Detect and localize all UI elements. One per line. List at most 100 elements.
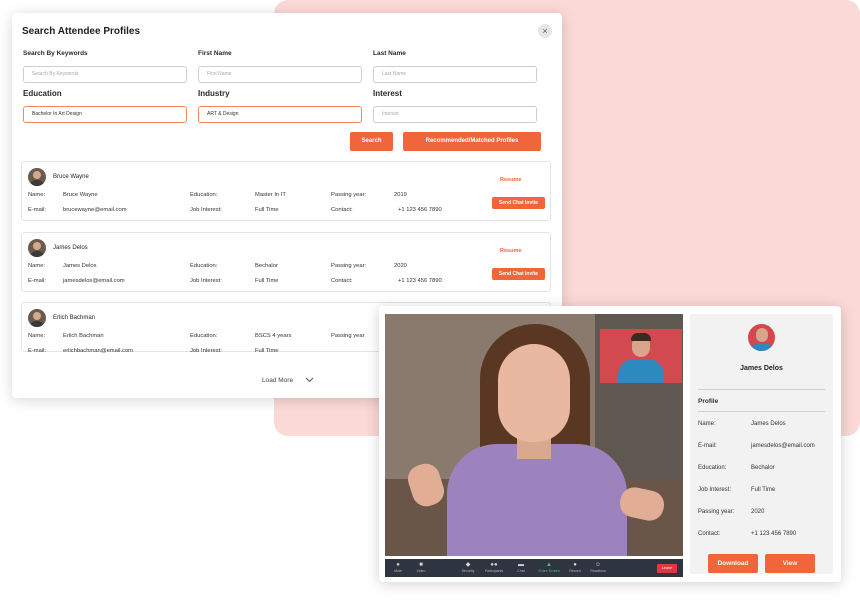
contact-label: Contact: xyxy=(698,531,721,537)
passing-year-value: 2019 xyxy=(394,192,407,198)
reactions-button[interactable]: ☺ Reactions xyxy=(585,561,611,574)
passing-year-label: Passing year: xyxy=(698,509,735,515)
avatar xyxy=(28,309,46,327)
job-interest-label: Job Interest: xyxy=(190,348,222,354)
name-label: Name: xyxy=(28,263,46,269)
contact-value: +1 123 456 7890 xyxy=(398,278,442,284)
first-name-input[interactable]: First Name xyxy=(198,66,362,83)
education-label: Education: xyxy=(190,333,218,339)
job-interest-label: Job Interest: xyxy=(190,278,222,284)
smile-icon: ☺ xyxy=(594,562,602,568)
interest-input[interactable]: Interest xyxy=(373,106,537,123)
name-label: Name: xyxy=(28,192,46,198)
education-label: Education: xyxy=(190,263,218,269)
last-name-label: Last Name xyxy=(373,50,406,57)
name-value: James Delos xyxy=(63,263,97,269)
resume-link[interactable]: Resume xyxy=(500,248,521,254)
education-value: Master In IT xyxy=(255,192,286,198)
email-label: E-mail: xyxy=(698,443,717,449)
shield-icon: ◆ xyxy=(465,562,471,568)
avatar xyxy=(28,168,46,186)
keywords-input[interactable]: Search By Keywords xyxy=(23,66,187,83)
attendee-card: James Delos Resume Name: James Delos Edu… xyxy=(21,232,551,292)
close-icon[interactable]: × xyxy=(538,24,552,38)
last-name-input[interactable]: Last Name xyxy=(373,66,537,83)
passing-year-value: 2020 xyxy=(394,263,407,269)
load-more-button[interactable]: Load More xyxy=(262,377,293,384)
panel-title: Search Attendee Profiles xyxy=(22,26,141,37)
email-value: brucewayne@email.com xyxy=(63,207,127,213)
attendee-card: Bruce Wayne Resume Name: Bruce Wayne Edu… xyxy=(21,161,551,221)
education-label: Education: xyxy=(698,465,727,471)
job-interest-value: Full Time xyxy=(255,207,279,213)
email-value: erlichbachman@email.com xyxy=(63,348,133,354)
contact-value: +1 123 456 7890 xyxy=(751,531,797,537)
chevron-down-icon[interactable] xyxy=(305,376,314,385)
job-interest-value: Full Time xyxy=(255,348,279,354)
attendee-name: Bruce Wayne xyxy=(53,174,89,180)
self-view-video[interactable] xyxy=(600,329,682,383)
recommended-profiles-button[interactable]: Recommended/Matched Profiles xyxy=(403,132,541,151)
camera-icon: ■ xyxy=(419,562,423,568)
job-interest-label: Job Interest: xyxy=(190,207,222,213)
avatar xyxy=(28,239,46,257)
education-label: Education xyxy=(23,89,62,98)
profile-card: James Delos Profile Name: James Delos E-… xyxy=(690,314,833,574)
download-button[interactable]: Download xyxy=(708,554,758,573)
name-value: Bruce Wayne xyxy=(63,192,98,198)
chat-icon: ▬ xyxy=(518,562,524,568)
education-value: Bechalor xyxy=(255,263,278,269)
attendee-name: James Delos xyxy=(53,245,88,251)
divider xyxy=(698,411,825,412)
share-screen-button[interactable]: ▲ Share Screen xyxy=(536,561,562,574)
main-video-feed[interactable] xyxy=(385,314,683,556)
contact-value: +1 123 456 7890 xyxy=(398,207,442,213)
security-button[interactable]: ◆ Security xyxy=(455,561,481,574)
chat-button[interactable]: ▬ Chat xyxy=(508,561,534,574)
keywords-label: Search By Keywords xyxy=(23,50,88,57)
industry-label: Industry xyxy=(198,89,230,98)
attendee-name: Erlich Bachman xyxy=(53,315,96,321)
call-toolbar: ● Mute ■ Video ◆ Security ●● Participant… xyxy=(385,559,683,577)
people-icon: ●● xyxy=(490,562,498,568)
job-interest-label: Job Interest: xyxy=(698,487,732,493)
avatar xyxy=(746,322,777,353)
passing-year-label: Passing year xyxy=(331,333,365,339)
name-value: Erlich Bachman xyxy=(63,333,104,339)
participants-button[interactable]: ●● Participants xyxy=(481,561,507,574)
email-label: E-mail: xyxy=(28,348,47,354)
contact-label: Contact: xyxy=(331,278,353,284)
email-value: jamesdelos@email.com xyxy=(751,443,815,449)
industry-input[interactable]: ART & Design xyxy=(198,106,362,123)
profile-name: James Delos xyxy=(740,365,783,372)
job-interest-value: Full Time xyxy=(751,487,776,493)
resume-link[interactable]: Resume xyxy=(500,177,521,183)
name-label: Name: xyxy=(698,421,716,427)
video-call-panel: ● Mute ■ Video ◆ Security ●● Participant… xyxy=(379,306,841,582)
email-label: E-mail: xyxy=(28,278,47,284)
first-name-label: First Name xyxy=(198,50,232,57)
interest-label: Interest xyxy=(373,89,402,98)
email-label: E-mail: xyxy=(28,207,47,213)
email-value: jamesdelos@email.com xyxy=(63,278,125,284)
education-value: Bechalor xyxy=(751,465,775,471)
name-label: Name: xyxy=(28,333,46,339)
education-label: Education: xyxy=(190,192,218,198)
education-input[interactable]: Bachelor In Art Design xyxy=(23,106,187,123)
passing-year-label: Passing year: xyxy=(331,192,367,198)
job-interest-value: Full Time xyxy=(255,278,279,284)
passing-year-value: 2020 xyxy=(751,509,765,515)
send-chat-invite-button[interactable]: Send Chat Invite xyxy=(492,197,545,209)
education-value: BSCS 4 years xyxy=(255,333,292,339)
contact-label: Contact: xyxy=(331,207,353,213)
share-screen-icon: ▲ xyxy=(546,562,552,568)
leave-button[interactable]: Leave xyxy=(657,564,677,573)
video-button[interactable]: ■ Video xyxy=(408,561,434,574)
send-chat-invite-button[interactable]: Send Chat Invite xyxy=(492,268,545,280)
profile-heading: Profile xyxy=(698,398,719,405)
divider xyxy=(698,389,825,390)
passing-year-label: Passing year: xyxy=(331,263,367,269)
search-button[interactable]: Search xyxy=(350,132,393,151)
name-value: James Delos xyxy=(751,421,786,427)
view-button[interactable]: View xyxy=(765,554,815,573)
